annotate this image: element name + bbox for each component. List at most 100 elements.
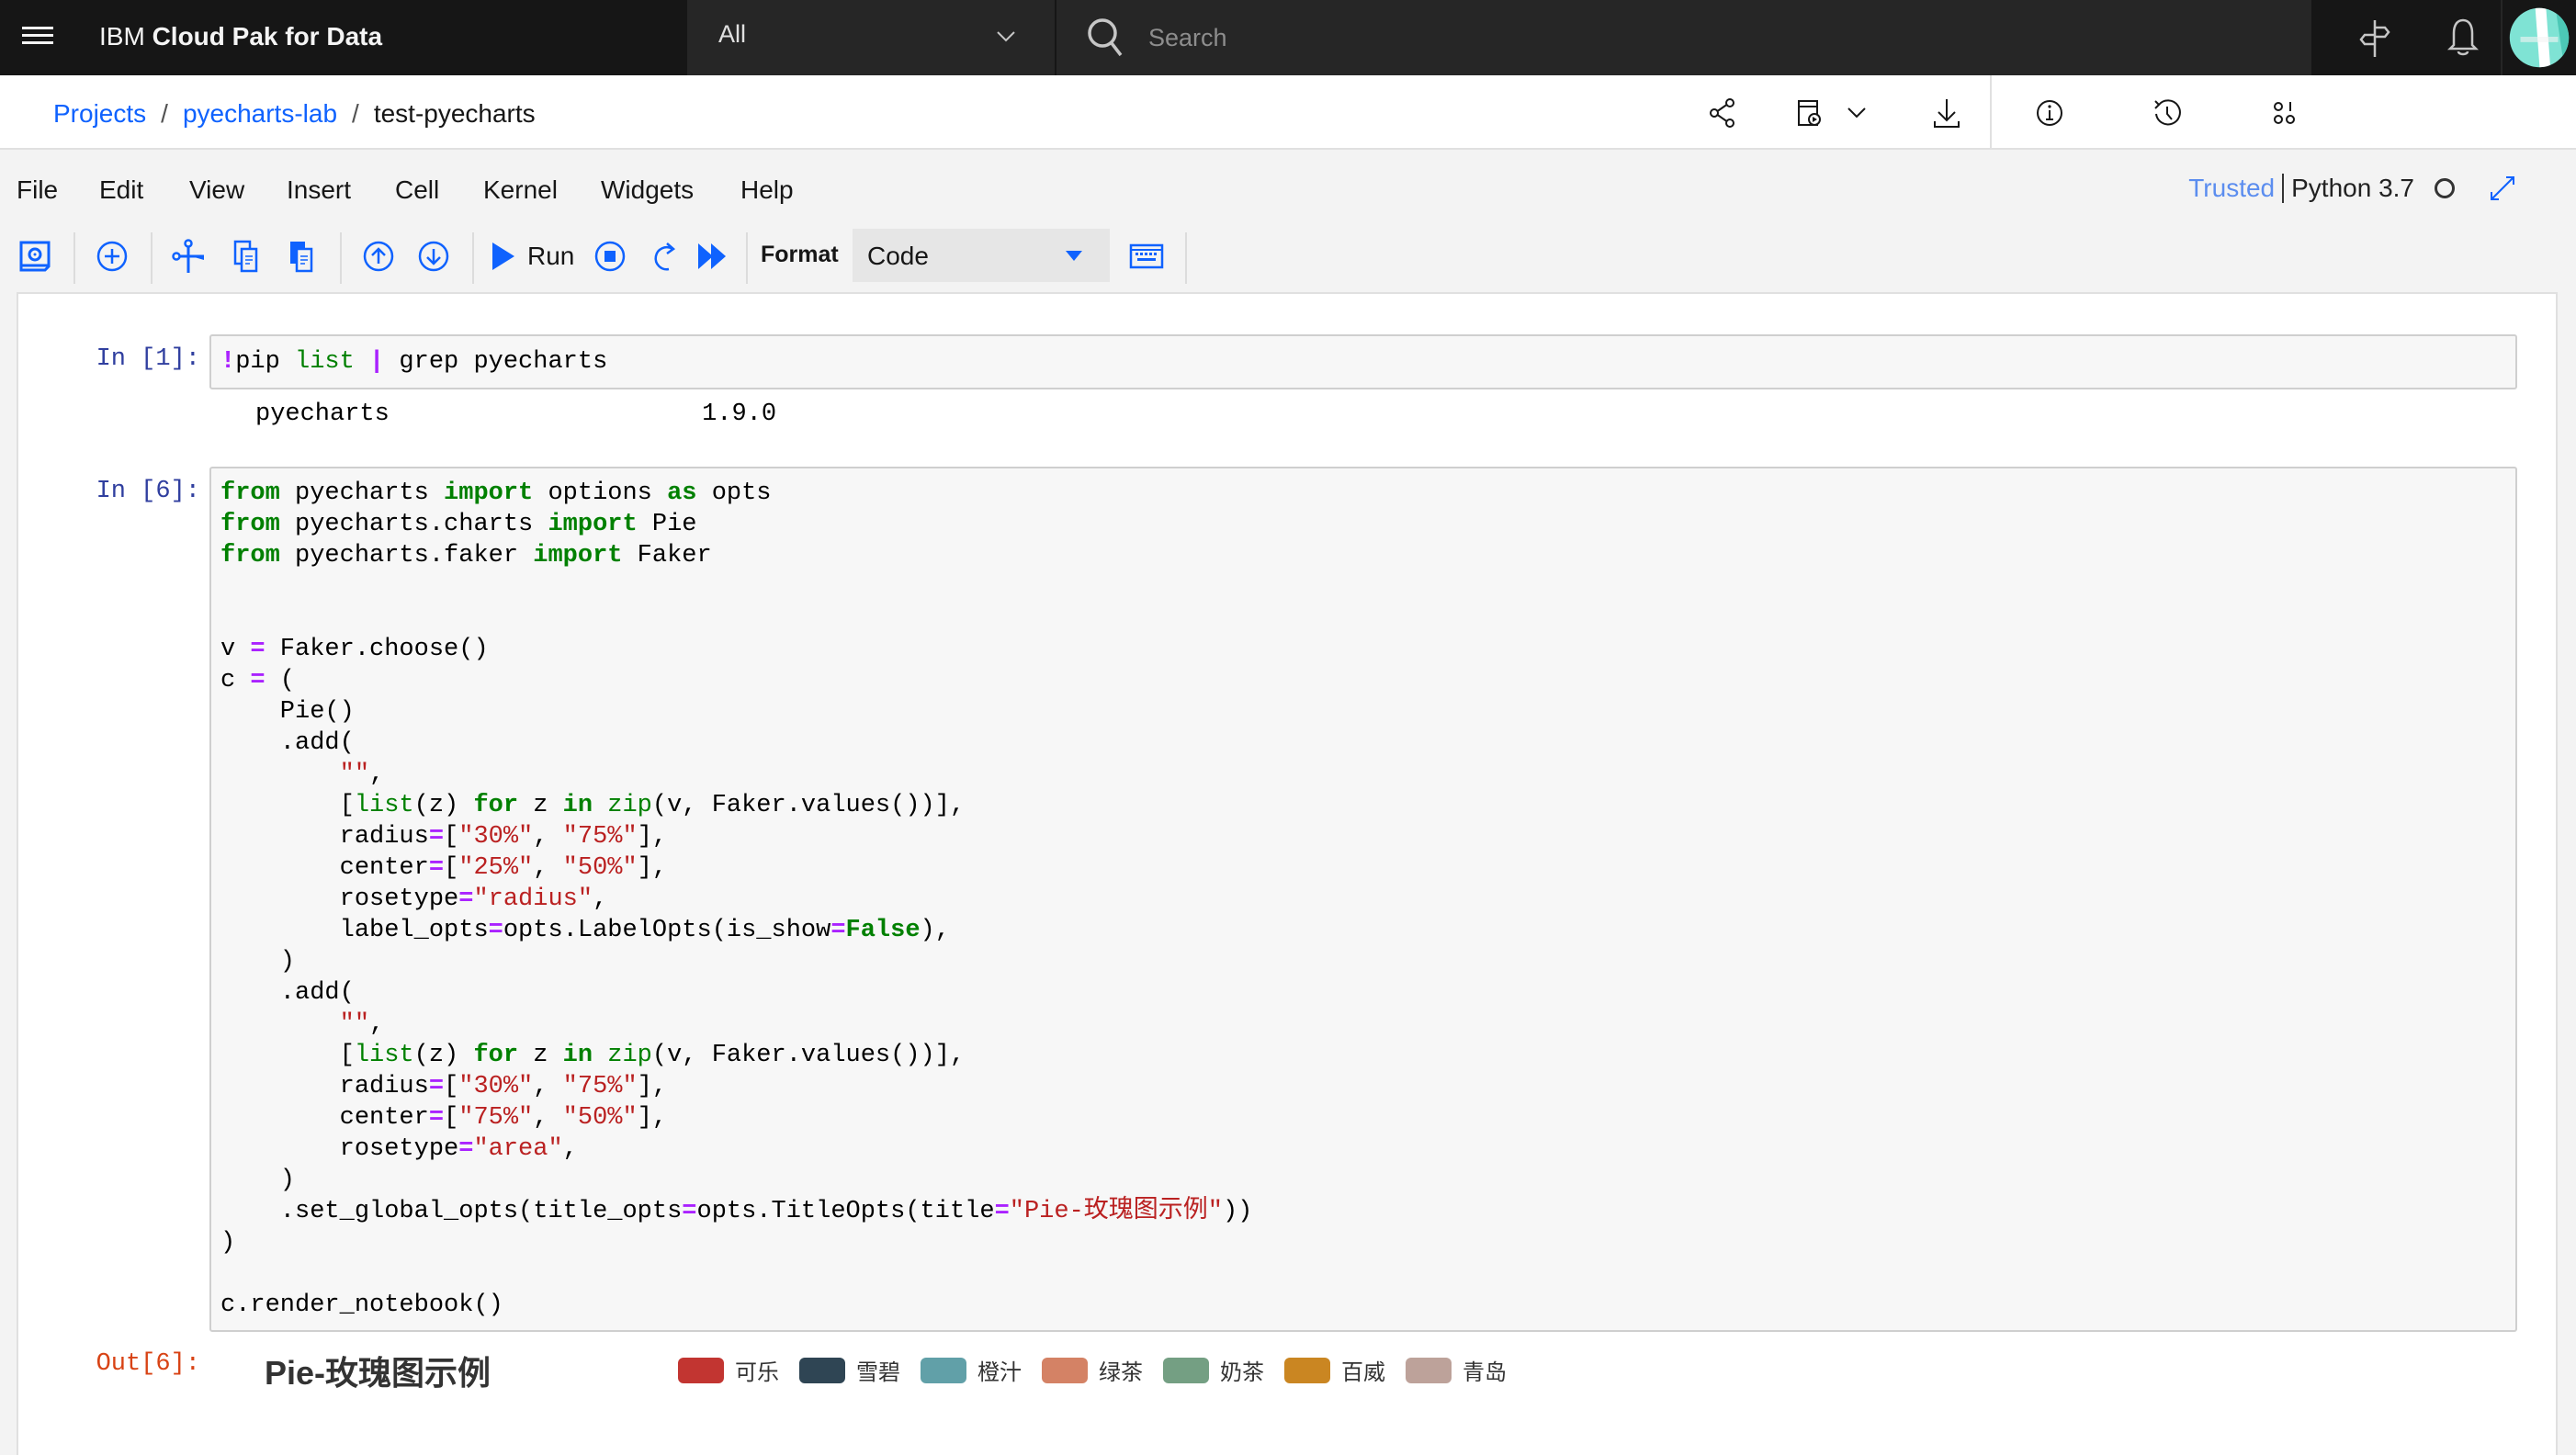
search-scope-value: All: [718, 20, 747, 48]
top-navigation-bar: IBM Cloud Pak for Data All: [0, 0, 2576, 75]
signpost-icon[interactable]: [2352, 15, 2398, 61]
legend-item[interactable]: 青岛: [1406, 1354, 1507, 1386]
save-checkpoint-icon[interactable]: [17, 238, 53, 275]
output-prompt: Out[6]:: [96, 1350, 200, 1378]
legend-item[interactable]: 雪碧: [799, 1354, 900, 1386]
format-label: Format: [761, 242, 839, 267]
legend-item[interactable]: 橙汁: [921, 1354, 1022, 1386]
breadcrumb-separator: /: [352, 99, 359, 128]
toolbar-divider: [472, 232, 474, 284]
legend-item[interactable]: 绿茶: [1042, 1354, 1143, 1386]
notification-bell-icon[interactable]: [2440, 15, 2486, 61]
run-button[interactable]: Run: [491, 236, 574, 276]
hamburger-menu-icon[interactable]: [22, 22, 53, 53]
legend-label: 青岛: [1463, 1360, 1507, 1385]
kernel-status-idle-icon: [2435, 178, 2455, 198]
copy-icon[interactable]: [228, 238, 265, 275]
restart-run-all-icon[interactable]: [695, 238, 731, 275]
toolbar-divider: [340, 232, 342, 284]
legend-swatch: [678, 1357, 724, 1383]
brand-name: Cloud Pak for Data: [152, 22, 383, 51]
menu-widgets[interactable]: Widgets: [601, 175, 694, 205]
legend-item[interactable]: 百威: [1284, 1354, 1385, 1386]
version-history-icon[interactable]: [2148, 94, 2186, 132]
menu-help[interactable]: Help: [740, 175, 794, 205]
global-search: [1055, 0, 2311, 75]
keyboard-shortcuts-icon[interactable]: [1128, 238, 1165, 275]
kernel-name[interactable]: Python 3.7: [2284, 174, 2414, 203]
legend-label: 橙汁: [977, 1360, 1022, 1385]
input-prompt: In [1]:: [96, 345, 200, 373]
legend-label: 雪碧: [856, 1360, 900, 1385]
vertical-scrollbar[interactable]: [2556, 292, 2576, 1455]
menu-insert[interactable]: Insert: [287, 175, 351, 205]
caret-down-icon: [1066, 251, 1082, 261]
menu-file[interactable]: File: [17, 175, 58, 205]
divider: [1990, 75, 1992, 150]
paste-icon[interactable]: [283, 238, 320, 275]
cell-output-text: pyecharts 1.9.0: [255, 400, 777, 428]
legend-swatch: [1042, 1357, 1088, 1383]
product-brand[interactable]: IBM Cloud Pak for Data: [99, 18, 382, 55]
chevron-down-icon[interactable]: [1837, 94, 1876, 132]
legend-label: 奶茶: [1220, 1360, 1264, 1385]
expand-icon[interactable]: [2484, 170, 2521, 207]
search-scope-dropdown[interactable]: All: [687, 0, 1055, 75]
share-icon[interactable]: [1703, 94, 1742, 132]
breadcrumb-bar: Projects / pyecharts-lab / test-pyecharts: [0, 75, 2576, 150]
menu-kernel[interactable]: Kernel: [483, 175, 558, 205]
search-input[interactable]: [1148, 15, 2251, 61]
notebook-toolbar: Run Format Code: [0, 223, 2576, 289]
toolbar-divider: [1185, 232, 1187, 284]
move-cell-up-icon[interactable]: [360, 238, 397, 275]
breadcrumb-pyecharts-lab[interactable]: pyecharts-lab: [183, 99, 337, 128]
user-avatar[interactable]: [2501, 0, 2576, 75]
kernel-indicator: Trusted Python 3.7: [2188, 170, 2521, 207]
cell-type-select[interactable]: Code: [853, 229, 1110, 282]
move-cell-down-icon[interactable]: [415, 238, 452, 275]
legend-label: 可乐: [735, 1360, 779, 1385]
interrupt-kernel-icon[interactable]: [592, 238, 628, 275]
legend-item[interactable]: 奶茶: [1163, 1354, 1264, 1386]
run-label: Run: [527, 242, 575, 270]
code-snippets-icon[interactable]: [2265, 94, 2304, 132]
chart-legend: 可乐 雪碧 橙汁 绿茶 奶茶 百威 青岛: [678, 1354, 1527, 1386]
brand-prefix: IBM: [99, 22, 145, 51]
code-cell-input[interactable]: from pyecharts import options as opts fr…: [209, 467, 2517, 1332]
insert-cell-icon[interactable]: [94, 238, 130, 275]
breadcrumb-projects[interactable]: Projects: [53, 99, 146, 128]
info-icon[interactable]: [2030, 94, 2069, 132]
trusted-indicator[interactable]: Trusted: [2188, 174, 2285, 203]
notebook-menubar: File Edit View Insert Cell Kernel Widget…: [0, 150, 2576, 223]
input-prompt: In [6]:: [96, 478, 200, 505]
breadcrumb-current: test-pyecharts: [373, 99, 536, 128]
cut-icon[interactable]: [171, 238, 208, 275]
toolbar-divider: [73, 232, 75, 284]
legend-swatch: [799, 1357, 845, 1383]
schedule-job-icon[interactable]: [1791, 94, 1830, 132]
search-icon: [1088, 18, 1123, 57]
code-text: from pyecharts import options as opts fr…: [220, 479, 1253, 1319]
toolbar-divider: [746, 232, 748, 284]
legend-item[interactable]: 可乐: [678, 1354, 779, 1386]
restart-kernel-icon[interactable]: [647, 238, 684, 275]
menu-view[interactable]: View: [189, 175, 244, 205]
chart-title: Pie-玫瑰图示例: [265, 1354, 491, 1392]
cell-type-value: Code: [867, 242, 929, 270]
legend-swatch: [921, 1357, 966, 1383]
breadcrumb-separator: /: [161, 99, 168, 128]
menu-cell[interactable]: Cell: [395, 175, 439, 205]
legend-swatch: [1284, 1357, 1330, 1383]
code-cell-input[interactable]: !pip list | grep pyecharts: [209, 334, 2517, 389]
notebook-panel: In [1]: !pip list | grep pyecharts pyech…: [17, 292, 2559, 1455]
legend-swatch: [1163, 1357, 1209, 1383]
play-icon: [492, 242, 514, 270]
chevron-down-icon: [997, 31, 1015, 42]
menu-edit[interactable]: Edit: [99, 175, 143, 205]
download-icon[interactable]: [1927, 94, 1966, 132]
breadcrumb: Projects / pyecharts-lab / test-pyecharts: [53, 96, 536, 132]
legend-label: 百威: [1341, 1360, 1385, 1385]
topbar-actions: [2311, 0, 2576, 75]
legend-label: 绿茶: [1099, 1360, 1143, 1385]
legend-swatch: [1406, 1357, 1452, 1383]
